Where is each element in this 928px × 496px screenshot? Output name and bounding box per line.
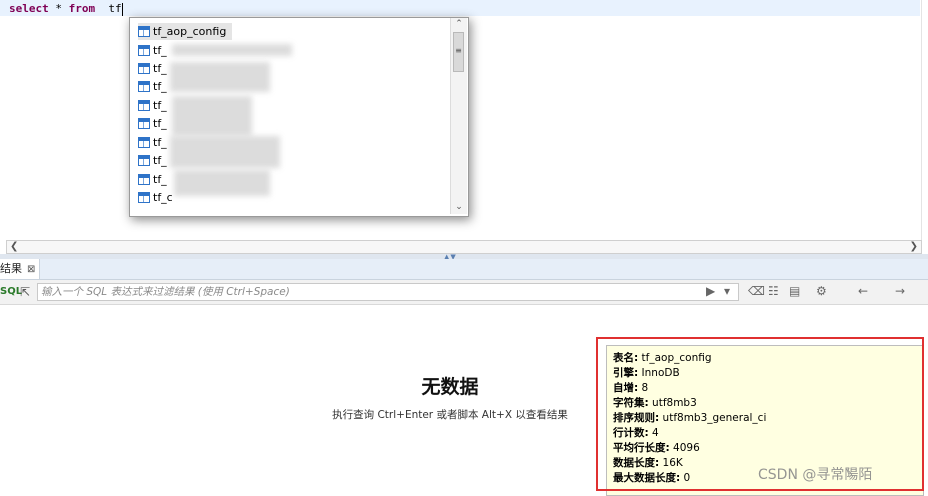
scrollbar-thumb[interactable]: ≡ [453, 32, 464, 72]
autocomplete-item[interactable]: tf_ [138, 171, 167, 188]
redacted-region [174, 170, 270, 196]
table-icon [138, 174, 150, 185]
autocomplete-item[interactable]: tf_ [138, 115, 167, 132]
results-tab-bar: 结果 ⊠ [0, 259, 928, 280]
sql-typed-text: tf [108, 2, 122, 15]
redacted-region [170, 136, 280, 168]
table-icon [138, 45, 150, 56]
table-icon [138, 155, 150, 166]
table-icon [138, 118, 150, 129]
close-icon[interactable]: ⊠ [27, 264, 35, 275]
redacted-region [170, 62, 270, 92]
autocomplete-item[interactable]: tf_aop_config [138, 23, 233, 40]
editor-horizontal-scrollbar[interactable]: ❮ ❯ [6, 240, 922, 254]
redacted-region [172, 44, 292, 56]
table-icon [138, 100, 150, 111]
autocomplete-item[interactable]: tf_ [138, 42, 167, 59]
autocomplete-item[interactable]: tf_ [138, 78, 167, 95]
panel-options-icon[interactable]: ⚙ [816, 284, 827, 298]
autocomplete-scrollbar[interactable]: ⌃ ≡ ⌄ [450, 18, 467, 214]
filter-input[interactable]: 输入一个 SQL 表达式来过滤结果 (使用 Ctrl+Space) [37, 283, 739, 301]
back-icon[interactable]: ← [858, 284, 868, 298]
table-icon [138, 26, 150, 37]
table-icon [138, 192, 150, 203]
current-line-highlight [0, 0, 920, 16]
redacted-region [172, 96, 252, 136]
autocomplete-item[interactable]: tf_c [138, 189, 173, 206]
filter-toolbar: SQL ⇱ 输入一个 SQL 表达式来过滤结果 (使用 Ctrl+Space) … [0, 280, 928, 305]
scroll-right-icon[interactable]: ❯ [910, 241, 918, 253]
save-filter-icon[interactable]: ▤ [789, 284, 800, 298]
sql-keyword-from: from [68, 2, 96, 15]
empty-state-title: 无数据 [421, 376, 479, 398]
run-filter-icon[interactable]: ▶ [706, 284, 715, 298]
watermark: CSDN @寻常̀陽陌 [758, 467, 873, 483]
filter-history-dropdown-icon[interactable]: ▾ [724, 284, 730, 298]
sql-text[interactable]: select * from tf [9, 2, 123, 16]
tab-results[interactable]: 结果 ⊠ [0, 259, 41, 279]
sql-keyword-select: select [9, 2, 49, 15]
erase-filter-icon[interactable]: ⌫ [748, 284, 765, 298]
scroll-left-icon[interactable]: ❮ [10, 241, 18, 253]
expand-icon[interactable]: ⇱ [20, 285, 30, 299]
table-icon [138, 137, 150, 148]
forward-icon[interactable]: → [895, 284, 905, 298]
autocomplete-item[interactable]: tf_ [138, 152, 167, 169]
autocomplete-popup[interactable]: tf_aop_config tf_ tf_ tf_ tf_ tf_ tf_ tf… [129, 17, 469, 217]
autocomplete-item[interactable]: tf_ [138, 60, 167, 77]
sql-badge: SQL [0, 286, 23, 297]
sql-star: * [55, 2, 62, 15]
scroll-down-icon[interactable]: ⌄ [451, 202, 467, 212]
table-icon [138, 63, 150, 74]
filter-settings-icon[interactable]: ☷ [768, 284, 779, 298]
autocomplete-item[interactable]: tf_ [138, 97, 167, 114]
autocomplete-item[interactable]: tf_ [138, 134, 167, 151]
table-icon [138, 81, 150, 92]
scroll-up-icon[interactable]: ⌃ [451, 19, 467, 29]
text-caret [121, 2, 123, 16]
empty-state-hint: 执行查询 Ctrl+Enter 或者脚本 Alt+X 以查看结果 [332, 409, 568, 421]
editor-right-border [921, 0, 922, 240]
